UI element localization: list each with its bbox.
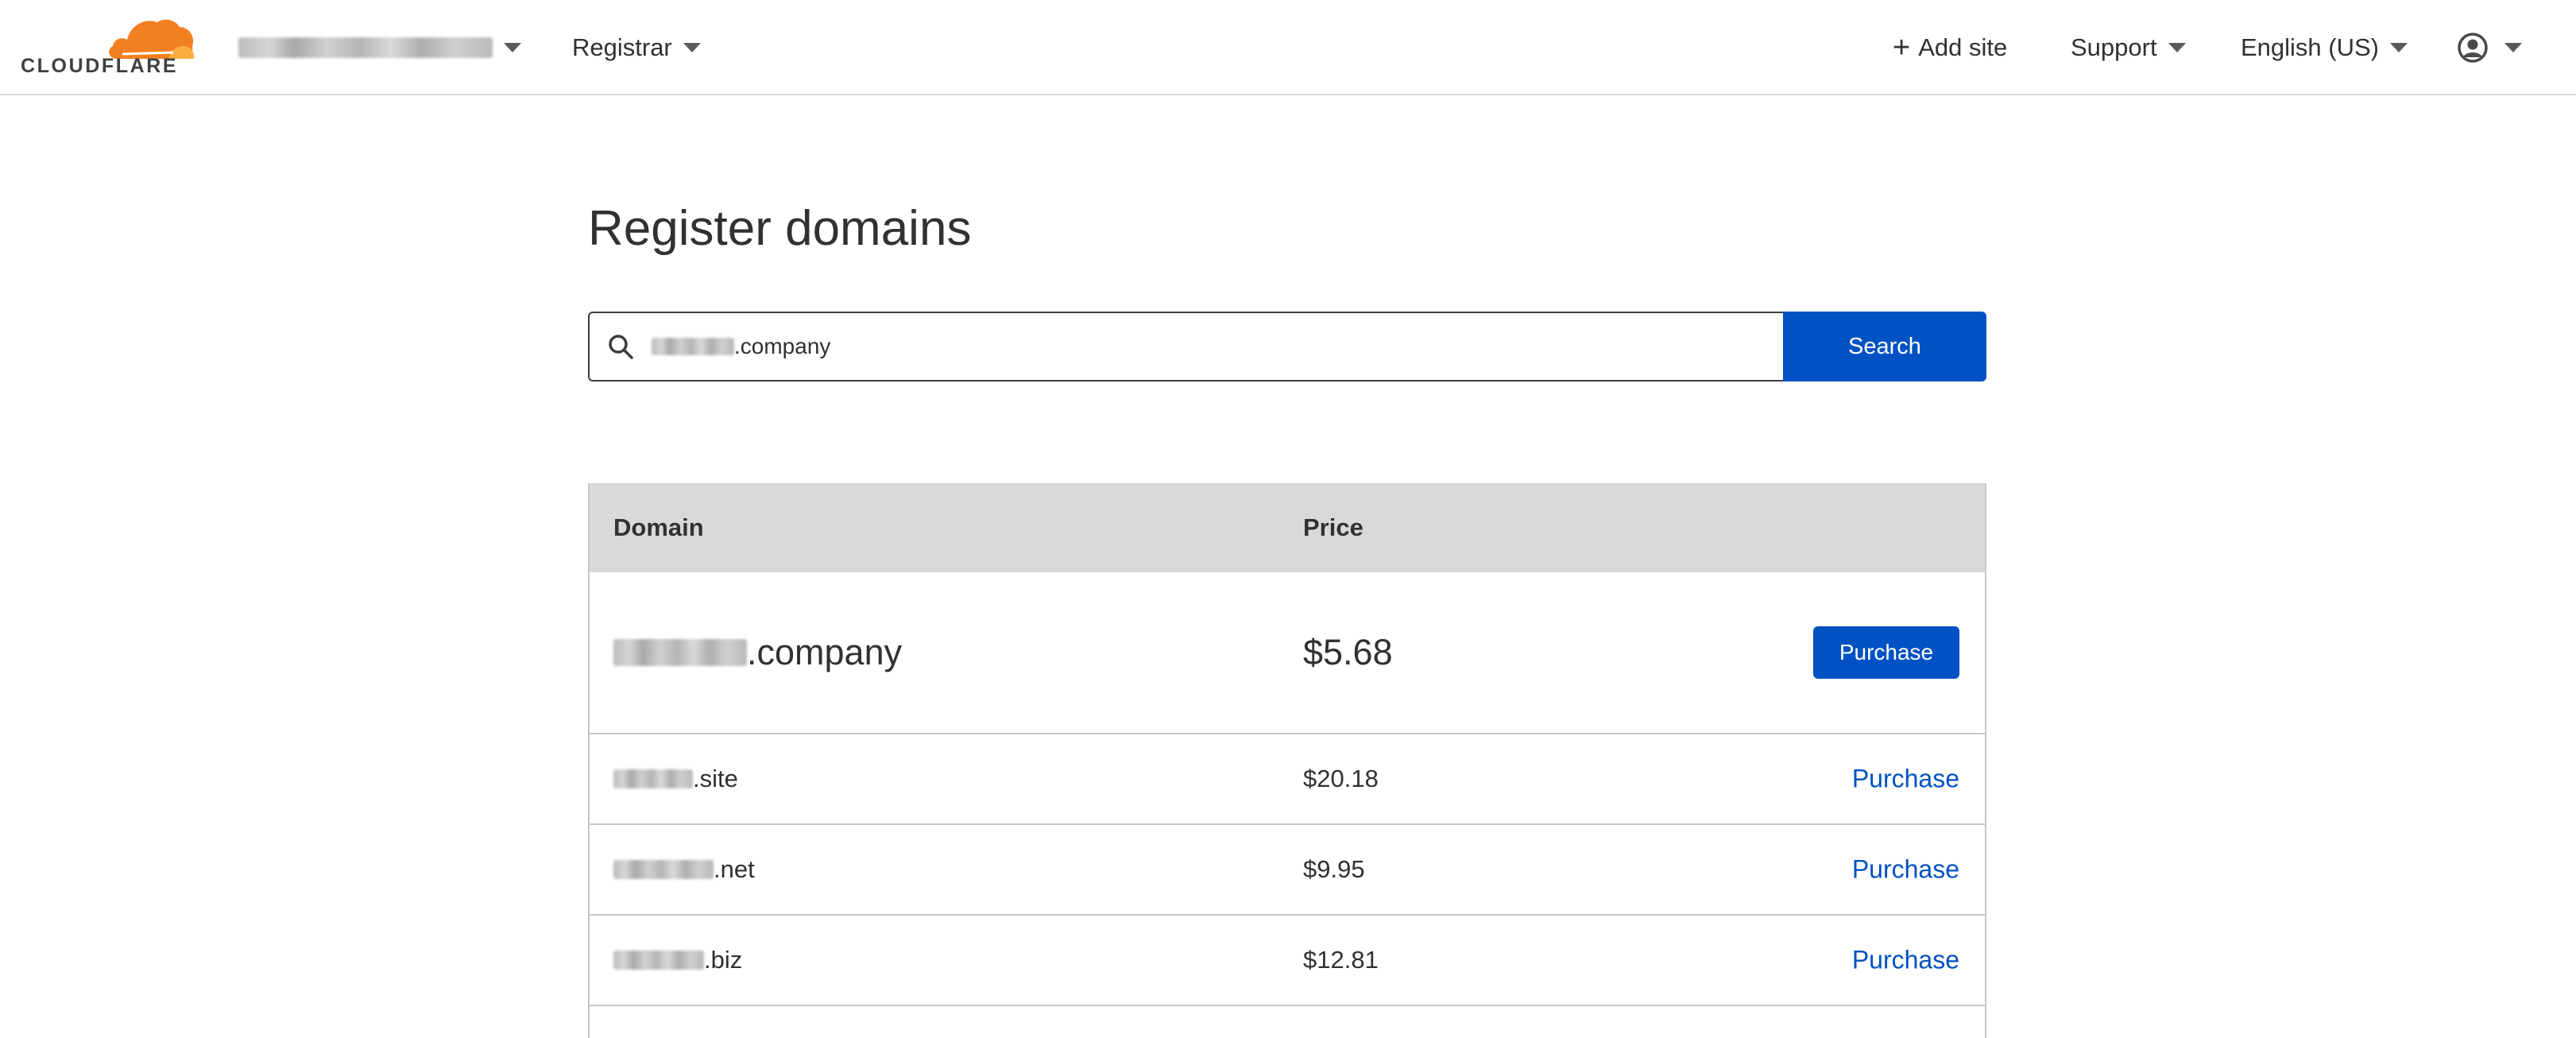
add-site-button[interactable]: + Add site (1893, 29, 2007, 67)
search-input[interactable]: .company (588, 312, 1783, 382)
domain-tld: .site (693, 765, 738, 792)
table-row: .net $9.95 Purchase (590, 825, 1985, 916)
domain-name: .biz (613, 946, 742, 974)
search-icon (609, 335, 633, 359)
domain-tld: .net (714, 855, 755, 883)
add-site-label: Add site (1918, 33, 2008, 61)
registrar-menu[interactable]: Registrar (572, 29, 701, 67)
domain-name-redacted (613, 769, 693, 788)
search-query: .company (652, 334, 830, 359)
domain-price: $9.95 (1303, 855, 1365, 883)
chevron-down-icon (2168, 43, 2186, 52)
table-row-featured: .company $5.68 Purchase (590, 572, 1985, 734)
domain-tld: .biz (704, 946, 743, 974)
table-row: .biz $12.81 Purchase (590, 916, 1985, 1006)
support-label: Support (2071, 33, 2157, 61)
account-name-redacted (238, 37, 493, 58)
domain-results-table: Domain Price .company $5.68 Purchase .si… (588, 483, 1986, 1038)
chevron-down-icon (2390, 43, 2408, 52)
domain-name: .site (613, 765, 738, 793)
chevron-down-icon (504, 43, 521, 52)
purchase-link[interactable]: Purchase (1852, 855, 1959, 884)
chevron-down-icon (2504, 43, 2522, 52)
domain-search-form: .company Search (588, 312, 1986, 382)
domain-name: .net (613, 855, 755, 884)
domain-name-redacted (613, 860, 714, 879)
search-query-redacted (652, 338, 734, 355)
logo-wordmark: CLOUDFLARE (21, 55, 179, 77)
table-row: .site $20.18 Purchase (590, 734, 1985, 825)
cloudflare-logo[interactable]: CLOUDFLARE (21, 14, 195, 78)
domain-tld: .company (747, 632, 903, 672)
language-menu[interactable]: English (US) (2241, 29, 2408, 67)
registrar-label: Registrar (572, 33, 672, 61)
page-title: Register domains (588, 201, 972, 256)
support-menu[interactable]: Support (2071, 29, 2186, 67)
cloud-icon (109, 19, 195, 59)
domain-price: $5.68 (1303, 632, 1393, 672)
user-menu[interactable] (2457, 29, 2522, 67)
language-label: English (US) (2241, 33, 2379, 61)
top-navigation: CLOUDFLARE Registrar + Add site Support … (0, 0, 2576, 95)
table-row-partial (590, 1006, 1985, 1038)
purchase-button[interactable]: Purchase (1813, 626, 1959, 679)
column-header-domain: Domain (613, 513, 704, 541)
domain-name-redacted (613, 951, 704, 970)
domain-price: $12.81 (1303, 946, 1379, 974)
purchase-link[interactable]: Purchase (1852, 946, 1959, 974)
domain-name-redacted (613, 639, 747, 666)
table-header: Domain Price (590, 483, 1985, 572)
domain-name: .company (613, 632, 902, 673)
search-button[interactable]: Search (1783, 312, 1986, 382)
chevron-down-icon (683, 43, 701, 52)
domain-price: $20.18 (1303, 765, 1379, 792)
purchase-link[interactable]: Purchase (1852, 765, 1959, 793)
search-query-suffix: .company (734, 334, 831, 358)
user-avatar-icon (2458, 33, 2488, 63)
column-header-price: Price (1303, 513, 1363, 541)
account-switcher[interactable] (238, 29, 521, 67)
plus-icon: + (1893, 31, 1911, 64)
